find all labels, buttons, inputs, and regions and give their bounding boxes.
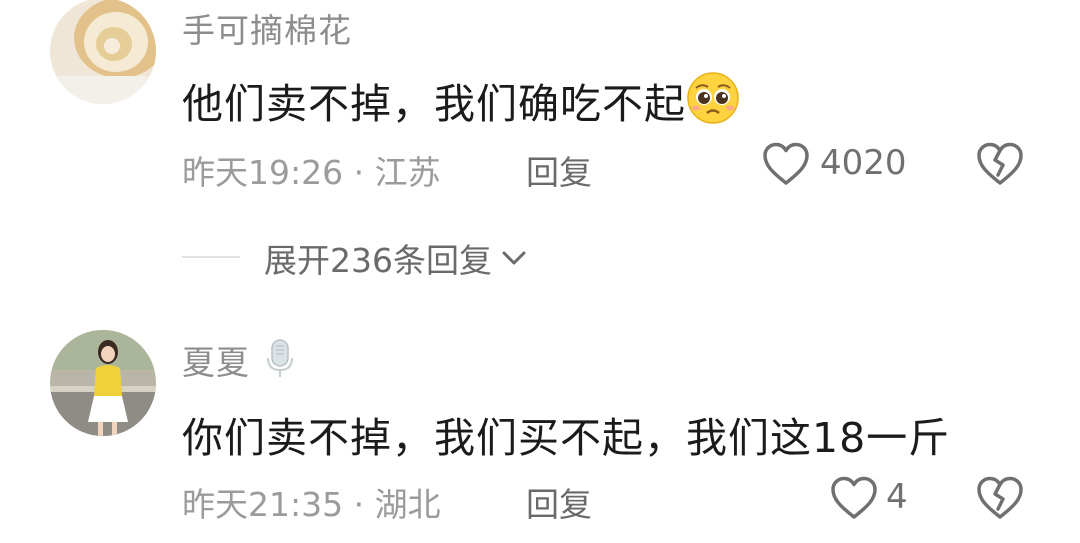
comment-time: 昨天19:26 [182,153,344,192]
like-count: 4020 [820,143,907,183]
comment-location: 江苏 [374,153,441,192]
avatar[interactable] [50,330,156,436]
heart-icon [831,476,877,519]
like-button[interactable]: 4020 [762,141,912,187]
pleading-face-emoji [686,71,740,135]
comment-time: 昨天21:35 [182,485,344,524]
comment-location: 湖北 [374,485,441,524]
like-button[interactable]: 4 [830,475,910,521]
comment-text: 你们卖不掉，我们买不起，我们这18一斤 [182,414,951,462]
comment-username[interactable]: 手可摘棉花 [182,4,352,52]
broken-heart-icon [977,476,1023,519]
comment-text: 他们卖不掉，我们确吃不起 [182,70,740,139]
microphone-badge-icon [262,338,298,384]
dislike-button[interactable] [976,475,1024,525]
chevron-down-icon [502,251,526,265]
broken-heart-icon [977,142,1023,185]
comment-list: 手可摘棉花 他们卖不掉，我们确吃不起 昨天19:26 · 江苏 回复 4020 … [0,0,1080,543]
comment-meta: 昨天19:26 · 江苏 [182,146,441,194]
comment-body: 他们卖不掉，我们确吃不起 [182,80,686,128]
reply-button[interactable]: 回复 [526,478,592,526]
reply-button[interactable]: 回复 [526,146,592,194]
dislike-button[interactable] [976,141,1024,191]
comment-username[interactable]: 夏夏 [182,336,250,384]
cake-roll-avatar-image [50,0,156,104]
expand-replies-button[interactable]: 展开236条回复 [264,234,528,282]
meta-separator: · [353,485,365,524]
comment-meta: 昨天21:35 · 湖北 [182,478,441,526]
meta-separator: · [353,153,365,192]
girl-photo-avatar-image [50,330,156,436]
like-count: 4 [886,477,908,517]
avatar[interactable] [50,0,156,104]
heart-icon [763,142,809,185]
divider [182,256,240,258]
expand-replies-label: 展开236条回复 [264,241,492,280]
